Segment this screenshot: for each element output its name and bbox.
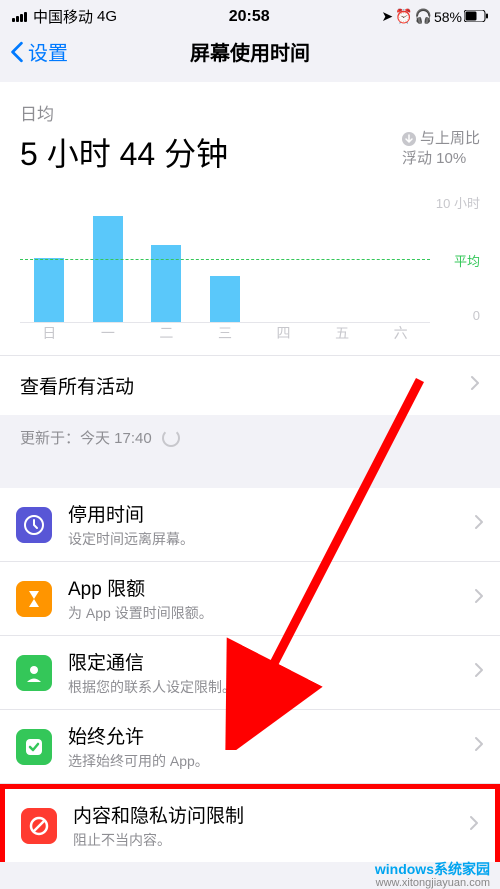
person-icon [16, 655, 52, 691]
chevron-right-icon [474, 736, 484, 757]
chevron-right-icon [469, 815, 479, 836]
menu-item[interactable]: 始终允许 选择始终可用的 App。 [0, 710, 500, 784]
daily-avg-time: 5 小时 44 分钟 [20, 129, 228, 175]
menu-title: 始终允许 [68, 722, 474, 749]
hourglass-icon [16, 581, 52, 617]
y-top-label: 10 小时 [436, 193, 480, 212]
menu-title: 内容和隐私访问限制 [73, 801, 469, 828]
menu-title: 限定通信 [68, 648, 474, 675]
chevron-left-icon [10, 41, 24, 63]
y-bottom-label: 0 [473, 308, 480, 323]
menu-item[interactable]: App 限额 为 App 设置时间限额。 [0, 562, 500, 636]
arrow-down-icon [402, 132, 416, 146]
menu-subtitle: 设定时间远离屏幕。 [68, 529, 474, 549]
x-axis-label: 五 [335, 323, 349, 343]
updated-row: 更新于：今天 17:40 [0, 415, 500, 460]
back-label: 设置 [28, 37, 68, 66]
network-label: 4G [97, 8, 117, 25]
updated-time: 今天 17:40 [80, 430, 152, 447]
menu-item[interactable]: 限定通信 根据您的联系人设定限制。 [0, 636, 500, 710]
avg-line-label: 平均 [454, 251, 480, 270]
x-axis-label: 二 [159, 323, 173, 343]
chart-bar [93, 216, 123, 322]
usage-chart: 10 小时 平均 0 日 一 二 三 四 五 六 [20, 193, 480, 343]
chevron-right-icon [474, 514, 484, 535]
menu-title: 停用时间 [68, 500, 474, 527]
x-axis-label: 一 [101, 323, 115, 343]
status-time: 20:58 [229, 8, 270, 26]
page-title: 屏幕使用时间 [190, 37, 310, 66]
chart-bar [210, 276, 240, 322]
downtime-icon [16, 507, 52, 543]
compare-value: 浮动 10% [402, 149, 480, 169]
chevron-right-icon [470, 375, 480, 397]
location-icon: ➤ [381, 8, 393, 25]
menu-item[interactable]: 停用时间 设定时间远离屏幕。 [0, 488, 500, 562]
chart-bar [34, 258, 64, 323]
chevron-right-icon [474, 588, 484, 609]
avg-label: 日均 [20, 100, 480, 125]
menu-subtitle: 根据您的联系人设定限制。 [68, 677, 474, 697]
x-axis-label: 四 [277, 323, 291, 343]
menu-text: App 限额 为 App 设置时间限额。 [68, 574, 474, 623]
compare-label: 与上周比 [420, 129, 480, 149]
chart-bar [151, 245, 181, 322]
updated-prefix: 更新于： [20, 430, 80, 447]
signal-icon [12, 12, 27, 22]
watermark-url: www.xitongjiayuan.com [376, 877, 490, 889]
battery-pct: 58% [434, 9, 462, 25]
see-all-activity-row[interactable]: 查看所有活动 [0, 355, 500, 415]
summary-card: 日均 5 小时 44 分钟 与上周比 浮动 10% 10 小时 平均 0 日 一 二… [0, 82, 500, 355]
loading-spinner-icon [162, 429, 180, 447]
settings-menu: 停用时间 设定时间远离屏幕。 App 限额 为 App 设置时间限额。 限定通信… [0, 488, 500, 862]
back-button[interactable]: 设置 [10, 37, 68, 66]
nosign-icon [21, 808, 57, 844]
check-icon [16, 729, 52, 765]
nav-bar: 设置 屏幕使用时间 [0, 29, 500, 82]
status-left: 中国移动 4G [12, 6, 117, 27]
watermark-brand: windows系统家园 [375, 861, 490, 877]
menu-subtitle: 为 App 设置时间限额。 [68, 603, 474, 623]
alarm-icon: ⏰ [395, 8, 412, 25]
menu-subtitle: 阻止不当内容。 [73, 830, 469, 850]
menu-text: 内容和隐私访问限制 阻止不当内容。 [73, 801, 469, 850]
menu-subtitle: 选择始终可用的 App。 [68, 751, 474, 771]
battery-icon [464, 9, 488, 25]
x-axis-label: 六 [394, 323, 408, 343]
x-axis-label: 三 [218, 323, 232, 343]
chevron-right-icon [474, 662, 484, 683]
compare-block: 与上周比 浮动 10% [402, 129, 480, 168]
x-axis-label: 日 [42, 323, 56, 343]
see-all-label: 查看所有活动 [20, 372, 134, 399]
menu-text: 停用时间 设定时间远离屏幕。 [68, 500, 474, 549]
status-bar: 中国移动 4G 20:58 ➤ ⏰ 🎧 58% [0, 0, 500, 29]
menu-title: App 限额 [68, 574, 474, 601]
headphones-icon: 🎧 [415, 8, 432, 25]
menu-item[interactable]: 内容和隐私访问限制 阻止不当内容。 [0, 784, 500, 862]
avg-line [20, 259, 430, 260]
watermark: windows系统家园 [375, 859, 490, 879]
menu-text: 始终允许 选择始终可用的 App。 [68, 722, 474, 771]
menu-text: 限定通信 根据您的联系人设定限制。 [68, 648, 474, 697]
carrier-label: 中国移动 [33, 6, 93, 27]
status-right: ➤ ⏰ 🎧 58% [381, 8, 488, 25]
